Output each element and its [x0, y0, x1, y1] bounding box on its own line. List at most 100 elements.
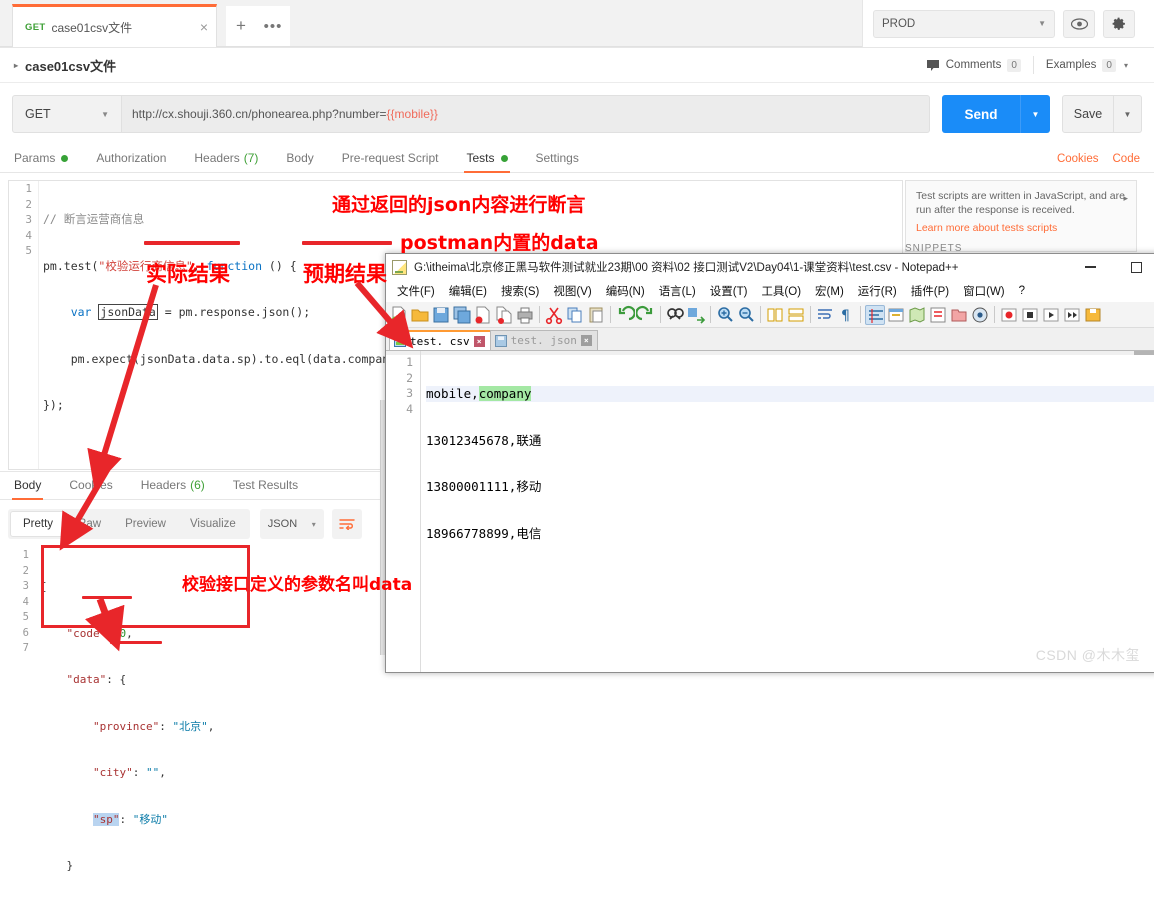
save-macro-icon[interactable] — [1083, 305, 1103, 325]
menu-macro[interactable]: 宏(M) — [808, 283, 851, 299]
open-file-icon[interactable] — [410, 305, 430, 325]
pill-pretty[interactable]: Pretty — [10, 511, 67, 537]
tab-body[interactable]: Body — [272, 151, 327, 172]
zoom-out-icon[interactable] — [736, 305, 756, 325]
menu-run[interactable]: 运行(R) — [851, 283, 904, 299]
word-wrap-button[interactable] — [331, 509, 362, 539]
show-all-chars-icon[interactable]: ¶ — [836, 305, 856, 325]
folder-as-workspace-icon[interactable] — [949, 305, 969, 325]
replace-icon[interactable] — [686, 305, 706, 325]
close-icon[interactable]: × — [473, 335, 485, 347]
breadcrumb-row: ▸ case01csv文件 Comments 0 Examples 0 ▾ — [0, 48, 1154, 83]
close-icon[interactable]: × — [200, 20, 208, 34]
pill-raw[interactable]: Raw — [66, 511, 113, 537]
close-all-icon[interactable] — [494, 305, 514, 325]
function-list-icon[interactable] — [928, 305, 948, 325]
stop-macro-icon[interactable] — [1020, 305, 1040, 325]
tests-help-link[interactable]: Learn more about tests scripts — [916, 222, 1126, 234]
save-all-icon[interactable] — [452, 305, 472, 325]
tests-help-panel: ▸ Test scripts are written in JavaScript… — [905, 180, 1137, 252]
zoom-in-icon[interactable] — [715, 305, 735, 325]
close-file-icon[interactable] — [473, 305, 493, 325]
maximize-button[interactable] — [1113, 254, 1154, 280]
menu-language[interactable]: 语言(L) — [652, 283, 703, 299]
environment-quick-look-button[interactable] — [1063, 9, 1095, 38]
line-number: 2 — [25, 197, 32, 211]
document-tab-test-json[interactable]: test. json × — [489, 330, 598, 350]
csv-company-cell: 电信 — [516, 525, 542, 541]
tab-options-icon[interactable]: ••• — [256, 6, 290, 46]
cookies-link[interactable]: Cookies — [1057, 153, 1099, 165]
response-format-select[interactable]: JSON ▾ — [259, 509, 324, 539]
cut-icon[interactable] — [544, 305, 564, 325]
pill-visualize[interactable]: Visualize — [178, 511, 248, 537]
tab-params[interactable]: Params — [0, 151, 82, 172]
send-options-button[interactable]: ▼ — [1020, 95, 1050, 133]
undo-icon[interactable] — [615, 305, 636, 325]
environment-select[interactable]: PROD ▼ — [873, 9, 1055, 38]
menu-view[interactable]: 视图(V) — [546, 283, 598, 299]
playback-macro-icon[interactable] — [1041, 305, 1061, 325]
tab-response-body[interactable]: Body — [0, 478, 55, 500]
examples-button[interactable]: Examples 0 ▾ — [1034, 58, 1140, 72]
redo-icon[interactable] — [635, 305, 656, 325]
new-file-icon[interactable] — [389, 305, 409, 325]
tab-authorization[interactable]: Authorization — [82, 151, 180, 172]
copy-icon[interactable] — [565, 305, 585, 325]
save-icon[interactable] — [431, 305, 451, 325]
word-wrap-icon[interactable] — [815, 305, 835, 325]
chevron-down-icon: ▼ — [101, 109, 109, 119]
document-tab-test-csv[interactable]: test. csv × — [389, 330, 491, 350]
indent-guide-icon[interactable] — [865, 304, 885, 325]
breadcrumb[interactable]: ▸ case01csv文件 — [14, 56, 116, 75]
line-number: 5 — [22, 611, 29, 623]
menu-file[interactable]: 文件(F) — [390, 283, 442, 299]
find-icon[interactable] — [665, 305, 685, 325]
run-macro-multiple-icon[interactable] — [1062, 305, 1082, 325]
sync-vertical-icon[interactable] — [765, 305, 785, 325]
request-url-input[interactable]: http://cx.shouji.360.cn/phonearea.php?nu… — [122, 95, 930, 133]
tab-settings[interactable]: Settings — [522, 151, 593, 172]
pill-preview[interactable]: Preview — [113, 511, 178, 537]
menu-help[interactable]: ? — [1012, 285, 1032, 297]
minimize-button[interactable] — [1067, 254, 1113, 280]
code-link[interactable]: Code — [1113, 153, 1141, 165]
comments-count: 0 — [1007, 58, 1021, 72]
save-options-button[interactable]: ▼ — [1114, 95, 1142, 133]
tab-response-cookies[interactable]: Cookies — [55, 478, 126, 499]
tab-test-results[interactable]: Test Results — [219, 478, 312, 499]
menu-window[interactable]: 窗口(W) — [956, 283, 1012, 299]
chevron-right-icon[interactable]: ▸ — [1123, 193, 1128, 204]
http-method-select[interactable]: GET ▼ — [12, 95, 122, 133]
menu-tools[interactable]: 工具(O) — [754, 283, 808, 299]
menu-plugins[interactable]: 插件(P) — [904, 283, 956, 299]
record-macro-icon[interactable] — [999, 305, 1019, 325]
settings-button[interactable] — [1103, 9, 1135, 38]
line-number: 3 — [406, 386, 413, 400]
notepadpp-toolbar: ¶ — [386, 302, 1154, 328]
save-button[interactable]: Save — [1062, 95, 1114, 133]
user-defined-dialog-icon[interactable] — [886, 305, 906, 325]
print-icon[interactable] — [515, 305, 535, 325]
menu-settings[interactable]: 设置(T) — [703, 283, 755, 299]
breadcrumb-actions: Comments 0 Examples 0 ▾ — [914, 56, 1154, 74]
send-button[interactable]: Send — [942, 95, 1020, 133]
csv-content[interactable]: mobile,company 13012345678,联通 1380000111… — [426, 355, 1154, 572]
menu-encoding[interactable]: 编码(N) — [599, 283, 652, 299]
notepadpp-titlebar: G:\itheima\北京修正黑马软件测试就业23期\00 资料\02 接口测试… — [386, 254, 1154, 280]
notepadpp-editor[interactable]: 1 2 3 4 mobile,company 13012345678,联通 13… — [386, 350, 1154, 672]
tab-headers[interactable]: Headers (7) — [180, 151, 272, 172]
comments-button[interactable]: Comments 0 — [914, 58, 1033, 72]
tab-pre-request-script[interactable]: Pre-request Script — [328, 151, 453, 172]
monitoring-icon[interactable] — [970, 305, 990, 325]
sync-horizontal-icon[interactable] — [786, 305, 806, 325]
paste-icon[interactable] — [586, 305, 606, 325]
tab-tests[interactable]: Tests — [452, 151, 521, 173]
tab-response-headers[interactable]: Headers (6) — [127, 478, 219, 499]
new-tab-button[interactable]: + — [226, 6, 256, 46]
menu-search[interactable]: 搜索(S) — [494, 283, 546, 299]
request-tab-case01csv[interactable]: GET case01csv文件 × — [12, 4, 217, 47]
document-map-icon[interactable] — [907, 305, 927, 325]
close-icon[interactable]: × — [580, 335, 592, 346]
menu-edit[interactable]: 编辑(E) — [442, 283, 494, 299]
